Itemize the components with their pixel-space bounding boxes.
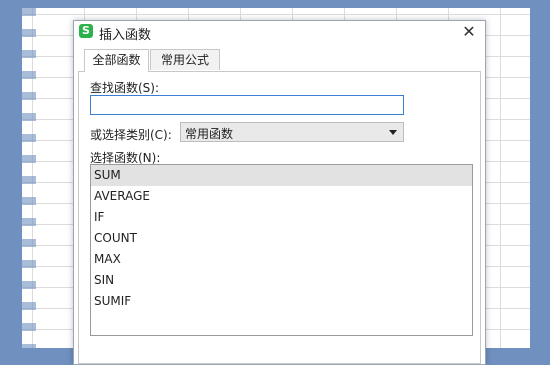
category-label: 或选择类别(C):: [90, 128, 172, 142]
category-select[interactable]: 常用函数: [180, 122, 404, 142]
function-list-item[interactable]: SUMIF: [91, 291, 472, 312]
close-button[interactable]: ✕: [459, 22, 479, 42]
search-label: 查找函数(S):: [90, 81, 160, 95]
dialog-titlebar: S 插入函数 ✕: [74, 21, 485, 43]
tab-panel: 查找函数(S): 或选择类别(C): 常用函数 选择函数(N): SUM AVER…: [78, 71, 481, 364]
function-list-item[interactable]: SUM: [91, 165, 472, 186]
function-list[interactable]: SUM AVERAGE IF COUNT MAX SIN SUMIF: [90, 164, 473, 336]
dialog-title: 插入函数: [99, 28, 152, 43]
function-list-item[interactable]: MAX: [91, 249, 472, 270]
app-logo-icon: S: [79, 24, 93, 38]
tab-all-functions[interactable]: 全部函数: [84, 49, 149, 72]
function-list-item[interactable]: COUNT: [91, 228, 472, 249]
tab-common-formulas[interactable]: 常用公式: [150, 49, 220, 70]
function-list-item[interactable]: IF: [91, 207, 472, 228]
category-select-value: 常用函数: [185, 127, 234, 141]
function-list-item[interactable]: SIN: [91, 270, 472, 291]
insert-function-dialog: S 插入函数 ✕ 全部函数 常用公式 查找函数(S): 或选择类别(C): 常用…: [73, 20, 486, 365]
search-input[interactable]: [90, 95, 404, 115]
function-list-item[interactable]: AVERAGE: [91, 186, 472, 207]
close-icon: ✕: [462, 22, 476, 41]
chevron-down-icon: [389, 130, 397, 135]
